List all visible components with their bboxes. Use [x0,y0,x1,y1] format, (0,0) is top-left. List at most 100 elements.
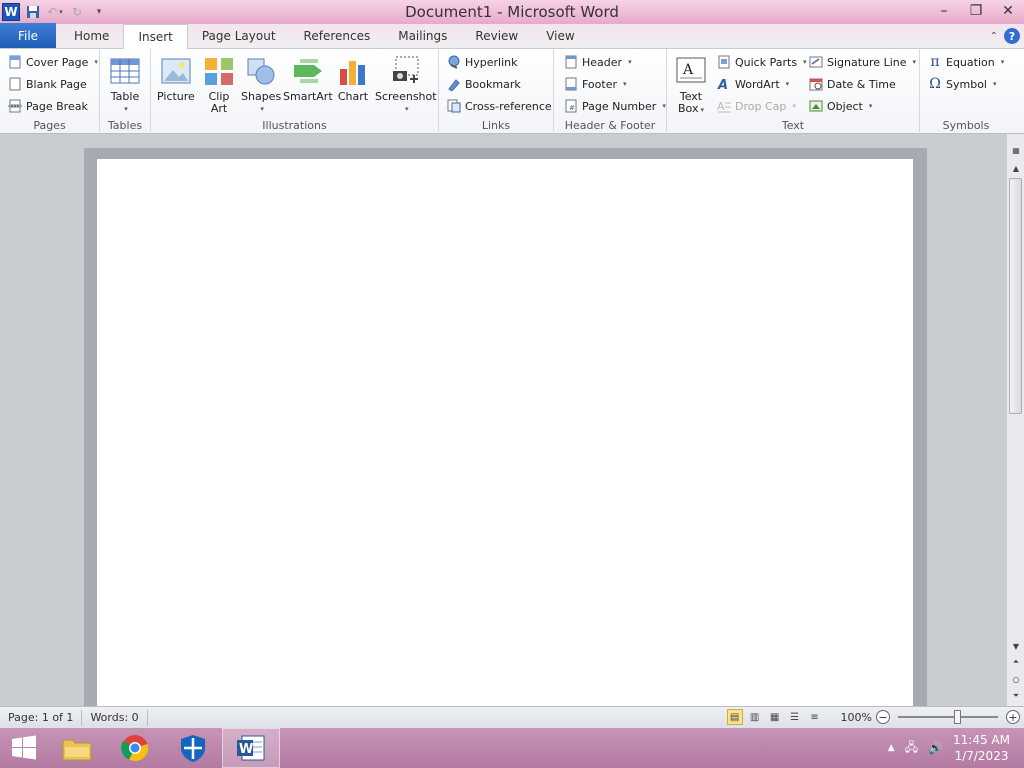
ruler-toggle-icon[interactable]: ▦ [1007,142,1024,158]
zoom-slider-thumb[interactable] [954,710,961,724]
full-screen-reading-view-icon[interactable]: ▥ [747,709,763,725]
taskbar-chrome[interactable] [106,728,164,768]
document-page[interactable] [97,159,913,709]
redo-icon[interactable]: ↻ [68,3,86,21]
shapes-icon [247,58,275,85]
tab-file[interactable]: File [0,23,56,48]
shield-icon [181,735,205,762]
network-icon[interactable]: 🖧 [905,738,918,759]
chart-button[interactable]: Chart [337,55,369,103]
outline-view-icon[interactable]: ☰ [787,709,803,725]
clip-art-icon [205,58,233,85]
bookmark-button[interactable]: Bookmark [447,75,521,93]
taskbar-word[interactable]: W [222,728,280,768]
svg-text:A: A [717,100,725,113]
volume-icon[interactable]: 🔊 [928,741,943,755]
text-box-icon: A [676,57,706,83]
cross-reference-button[interactable]: Cross-reference [447,97,552,115]
ribbon-tabs: File Home Insert Page Layout References … [0,23,1024,49]
tab-mailings[interactable]: Mailings [384,24,461,48]
next-page-icon[interactable]: ⏷ [1007,688,1024,704]
group-label-links: Links [481,119,511,132]
tab-review[interactable]: Review [461,24,532,48]
quick-parts-button[interactable]: Quick Parts ▾ [717,53,807,71]
page-count[interactable]: Page: 1 of 1 [0,709,83,726]
svg-text:A: A [682,62,694,78]
symbol-button[interactable]: Ω Symbol ▾ [928,75,996,93]
restore-button[interactable]: ❐ [960,0,992,22]
customize-toolbar-icon[interactable]: ▾ [90,3,108,21]
ribbon: Cover Page ▾ Blank Page Page Break Pages … [0,49,1024,134]
group-text: A Text Box ▾ Quick Parts ▾ A WordArt ▾ A Dr… [667,49,920,134]
date-time-button[interactable]: Date & Time [809,75,896,93]
taskbar-windows-security[interactable] [164,728,222,768]
text-box-button[interactable]: A Text Box ▾ [675,55,707,116]
shapes-button[interactable]: Shapes ▾ [241,55,281,115]
zoom-in-button[interactable]: + [1006,710,1020,724]
page-number-icon: # [564,99,578,113]
tab-insert[interactable]: Insert [123,24,188,49]
scroll-up-button[interactable]: ▲ [1007,160,1024,176]
system-clock[interactable]: 11:45 AM 1/7/2023 [953,732,1010,764]
zoom-out-button[interactable]: − [876,710,890,724]
drop-cap-button[interactable]: A Drop Cap ▾ [717,97,796,115]
folder-icon [62,739,92,761]
close-button[interactable]: ✕ [992,0,1024,22]
page-number-button[interactable]: # Page Number ▾ [564,97,666,115]
picture-button[interactable]: Picture [157,55,195,103]
blank-page-button[interactable]: Blank Page [8,75,87,93]
svg-text:W: W [239,742,253,757]
browse-object-icon[interactable]: ○ [1007,671,1024,687]
start-button[interactable] [0,728,48,768]
group-label-pages: Pages [33,119,66,132]
table-icon [110,58,140,84]
show-hidden-icons-icon[interactable]: ▲ [888,743,895,753]
word-count[interactable]: Words: 0 [82,709,148,726]
hyperlink-button[interactable]: Hyperlink [447,53,518,71]
help-icon[interactable]: ? [1004,28,1020,44]
table-button[interactable]: Table ▾ [109,55,141,115]
cover-page-button[interactable]: Cover Page ▾ [8,53,98,71]
signature-line-button[interactable]: Signature Line ▾ [809,53,916,71]
group-label-tables: Tables [107,119,143,132]
page-break-icon [8,99,22,113]
draft-view-icon[interactable]: ≡ [807,709,823,725]
previous-page-icon[interactable]: ⏶ [1007,654,1024,670]
zoom-slider[interactable] [898,710,998,724]
wordart-button[interactable]: A WordArt ▾ [717,75,789,93]
collapse-ribbon-icon[interactable]: ⌃ [990,31,998,42]
vertical-scrollbar[interactable]: ▦ ▲ ▼ ⏶ ○ ⏷ [1006,134,1024,706]
page-break-button[interactable]: Page Break [8,97,88,115]
web-layout-view-icon[interactable]: ▦ [767,709,783,725]
minimize-button[interactable]: – [928,0,960,22]
smartart-button[interactable]: SmartArt [283,55,333,103]
tab-references[interactable]: References [290,24,385,48]
footer-button[interactable]: Footer ▾ [564,75,627,93]
picture-icon [161,58,191,84]
object-button[interactable]: Object ▾ [809,97,872,115]
bookmark-icon [447,77,461,91]
tab-view[interactable]: View [532,24,588,48]
equation-button[interactable]: π Equation ▾ [928,53,1004,71]
word-app-icon[interactable]: W [2,3,20,21]
pi-icon: π [930,54,940,70]
zoom-level[interactable]: 100% [841,711,872,724]
print-layout-view-icon[interactable]: ▤ [726,709,743,725]
quick-parts-icon [717,55,731,69]
screenshot-button[interactable]: Screenshot ▾ [375,55,437,115]
group-label-text: Text [781,119,805,132]
clip-art-button[interactable]: Clip Art [203,55,235,115]
scroll-thumb[interactable] [1009,178,1022,414]
taskbar-file-explorer[interactable] [48,728,106,768]
undo-icon[interactable]: ↶ ▾ [46,3,64,21]
header-button[interactable]: Header ▾ [564,53,632,71]
chrome-icon [121,735,149,762]
tab-home[interactable]: Home [60,24,123,48]
scroll-down-button[interactable]: ▼ [1007,638,1024,654]
clock-date: 1/7/2023 [954,749,1009,763]
tab-page-layout[interactable]: Page Layout [188,24,290,48]
group-label-symbols: Symbols [942,119,990,132]
group-pages: Cover Page ▾ Blank Page Page Break Pages [0,49,100,134]
smartart-icon [293,59,322,83]
save-icon[interactable] [24,3,42,21]
